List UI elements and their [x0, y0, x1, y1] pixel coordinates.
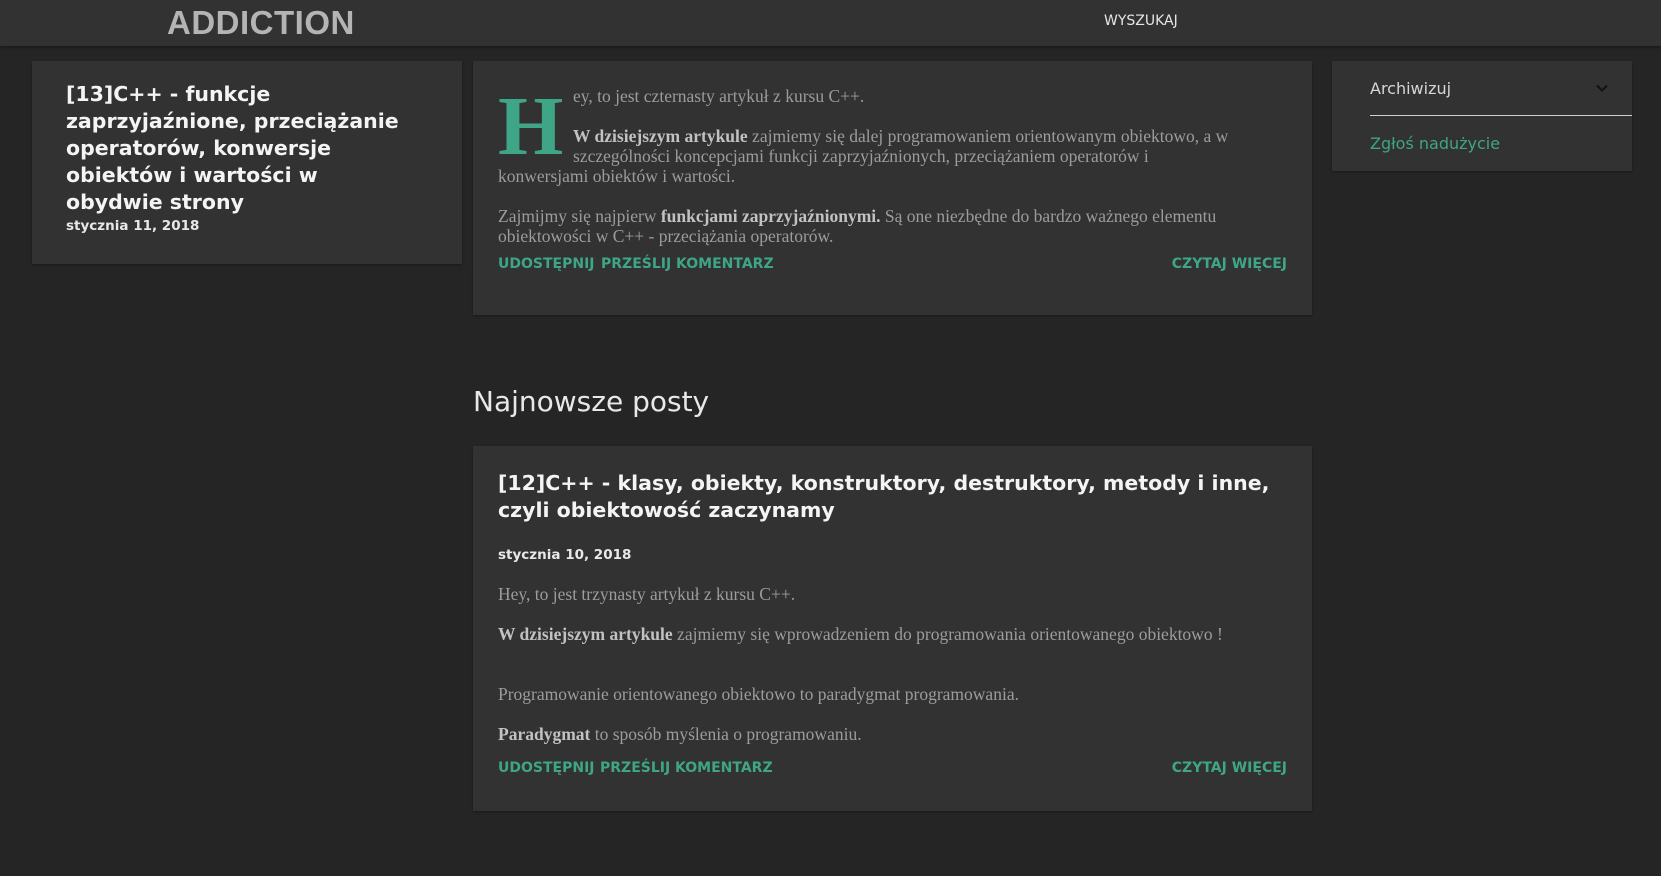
archive-divider [1370, 115, 1632, 116]
featured-post-para-3: Zajmijmy się najpierw funkcjami zaprzyja… [498, 206, 1288, 246]
recent-post-para-3: Programowanie orientowanego obiektowo to… [498, 684, 1019, 704]
featured-post-para-3-bold: funkcjami zaprzyjaźnionymi. [660, 206, 881, 226]
recent-read-more-link[interactable]: CZYTAJ WIĘCEJ [1172, 760, 1287, 776]
recent-post-para-4-text: to sposób myślenia o programowaniu. [590, 724, 862, 744]
recent-post-para-4: Paradygmat to sposób myślenia o programo… [498, 724, 1288, 744]
featured-post-para-1: ey, to jest czternasty artykuł z kursu C… [573, 86, 865, 106]
featured-post-para-2: W dzisiejszym artykule zajmiemy się dale… [573, 126, 1293, 166]
search-button[interactable]: WYSZUKAJ [1104, 0, 1178, 42]
featured-read-more-link[interactable]: CZYTAJ WIĘCEJ [1172, 256, 1287, 272]
recent-post-para-1: Hey, to jest trzynasty artykuł z kursu C… [498, 584, 796, 604]
recent-share-button[interactable]: UDOSTĘPNIJ [498, 760, 594, 776]
featured-post-para-3-pre: Zajmijmy się najpierw [498, 206, 661, 226]
featured-post-title-link[interactable]: [13]C++ - funkcje zaprzyjaźnione, przeci… [66, 81, 416, 216]
recent-post-para-2-bold: W dzisiejszym artykule [498, 624, 673, 644]
recent-post-para-2: W dzisiejszym artykule zajmiemy się wpro… [498, 624, 1288, 644]
featured-post-snippet: H ey, to jest czternasty artykuł z kursu… [473, 61, 1312, 315]
featured-post-para-2-continued: konwersjami obiektów i wartości. [498, 166, 736, 186]
featured-comment-button[interactable]: PRZEŚLIJ KOMENTARZ [601, 256, 774, 272]
recent-post-date[interactable]: stycznia 10, 2018 [498, 547, 631, 563]
recent-comment-button[interactable]: PRZEŚLIJ KOMENTARZ [600, 760, 773, 776]
recent-post-card: [12]C++ - klasy, obiekty, konstruktory, … [473, 446, 1312, 811]
chevron-down-icon[interactable] [1594, 80, 1610, 96]
recent-post-para-4-bold: Paradygmat [498, 724, 591, 744]
report-abuse-link[interactable]: Zgłoś nadużycie [1370, 134, 1500, 153]
sidebar-widget: Archiwizuj Zgłoś nadużycie [1332, 61, 1632, 171]
section-heading: Najnowsze posty [473, 385, 710, 418]
featured-title-card: [13]C++ - funkcje zaprzyjaźnione, przeci… [32, 61, 462, 264]
featured-share-button[interactable]: UDOSTĘPNIJ [498, 256, 594, 272]
recent-post-para-2-text: zajmiemy się wprowadzeniem do programowa… [672, 624, 1223, 644]
archive-dropdown-label[interactable]: Archiwizuj [1370, 79, 1451, 98]
featured-post-para-2-bold: W dzisiejszym artykule [573, 126, 748, 146]
site-title-link[interactable]: ADDICTION [167, 0, 355, 46]
top-bar: ADDICTION WYSZUKAJ [0, 0, 1661, 46]
featured-post-date[interactable]: stycznia 11, 2018 [66, 218, 199, 234]
recent-post-title-link[interactable]: [12]C++ - klasy, obiekty, konstruktory, … [498, 470, 1288, 524]
drop-cap: H [498, 80, 564, 173]
